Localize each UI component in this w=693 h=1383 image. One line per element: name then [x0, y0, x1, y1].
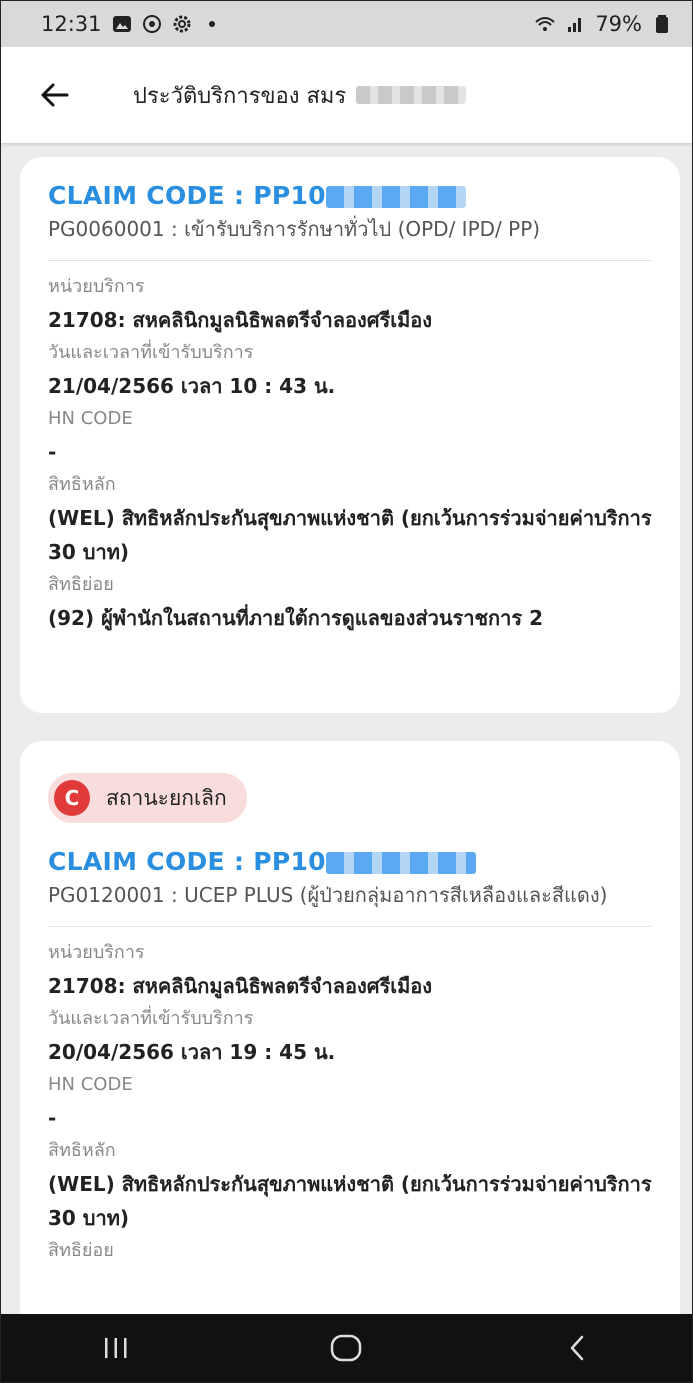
sub-right-value: (92) ผู้พำนักในสถานที่ภายใต้การดูแลของส่… — [48, 606, 543, 630]
focus-icon — [142, 15, 161, 33]
system-nav-bar — [1, 1314, 692, 1382]
sub-right-label: สิทธิย่อย — [48, 574, 114, 595]
service-description: PG0120001 : UCEP PLUS (ผู้ป่วยกลุ่มอาการ… — [48, 883, 608, 907]
divider — [48, 926, 652, 927]
back-button[interactable] — [557, 1328, 597, 1368]
status-time: 12:31 — [41, 12, 102, 36]
page-title: ประวัติบริการของ สมร — [133, 83, 347, 109]
hn-code-value: - — [48, 440, 57, 464]
settings-icon — [173, 15, 191, 33]
home-icon — [331, 1334, 362, 1362]
datetime-label: วันและเวลาที่เข้ารับบริการ — [48, 1008, 254, 1029]
main-right-value: (WEL) สิทธิหลักประกันสุขภาพแห่งชาติ (ยกเ… — [48, 1172, 652, 1230]
hn-code-label: HN CODE — [48, 1074, 133, 1095]
datetime-value: 20/04/2566 เวลา 19 : 45 น. — [48, 1040, 336, 1064]
service-unit-value: 21708: สหคลินิกมูลนิธิพลตรีจำลองศรีเมือง — [48, 308, 433, 332]
service-description: PG0060001 : เข้ารับบริการรักษาทั่วไป (OP… — [48, 217, 541, 241]
service-unit-value: 21708: สหคลินิกมูลนิธิพลตรีจำลองศรีเมือง — [48, 974, 433, 998]
dot-icon — [208, 21, 215, 27]
redacted-claim-code — [325, 852, 476, 874]
service-unit-label: หน่วยบริการ — [48, 276, 145, 297]
claim-code: CLAIM CODE : PP10 — [48, 847, 652, 876]
main-right-label: สิทธิหลัก — [48, 1140, 116, 1161]
claim-code-text: CLAIM CODE : PP10 — [48, 847, 326, 876]
status-badge: C สถานะยกเลิก — [48, 773, 247, 823]
hn-code-label: HN CODE — [48, 408, 133, 429]
status-right: 79% — [535, 12, 672, 36]
datetime-value: 21/04/2566 เวลา 10 : 43 น. — [48, 374, 336, 398]
home-button[interactable] — [326, 1328, 366, 1368]
sub-right-label: สิทธิย่อย — [48, 1240, 114, 1261]
redacted-claim-code — [325, 186, 466, 208]
hn-code-value: - — [48, 1106, 57, 1130]
service-record-card[interactable]: C สถานะยกเลิก CLAIM CODE : PP10 PG012000… — [20, 741, 680, 1314]
gallery-icon — [112, 16, 131, 32]
app-bar: ประวัติบริการของ สมร — [1, 47, 692, 143]
claim-code-text: CLAIM CODE : PP10 — [48, 181, 326, 210]
status-left: 12:31 — [41, 12, 222, 36]
datetime-label: วันและเวลาที่เข้ารับบริการ — [48, 342, 254, 363]
service-unit-label: หน่วยบริการ — [48, 942, 145, 963]
status-bar: 12:31 79% — [1, 1, 692, 47]
recents-icon — [105, 1338, 127, 1358]
back-arrow-icon[interactable] — [37, 77, 73, 113]
main-right-value: (WEL) สิทธิหลักประกันสุขภาพแห่งชาติ (ยกเ… — [48, 506, 652, 564]
wifi-icon — [535, 17, 555, 31]
redacted-name — [356, 86, 467, 104]
divider — [48, 260, 652, 261]
history-list[interactable]: CLAIM CODE : PP10 PG0060001 : เข้ารับบริ… — [1, 143, 692, 1314]
claim-code: CLAIM CODE : PP10 — [48, 181, 652, 210]
back-icon — [570, 1335, 584, 1361]
service-record-card[interactable]: CLAIM CODE : PP10 PG0060001 : เข้ารับบริ… — [20, 157, 680, 713]
cancelled-icon: C — [54, 780, 90, 816]
battery-icon — [656, 15, 668, 33]
battery-percent: 79% — [595, 12, 642, 36]
signal-icon — [568, 18, 582, 32]
status-badge-text: สถานะยกเลิก — [106, 785, 227, 810]
main-right-label: สิทธิหลัก — [48, 474, 116, 495]
phone-screen: 12:31 79% ประวัติบริการของ สมร CLAIM COD… — [0, 0, 693, 1383]
recents-button[interactable] — [96, 1328, 136, 1368]
